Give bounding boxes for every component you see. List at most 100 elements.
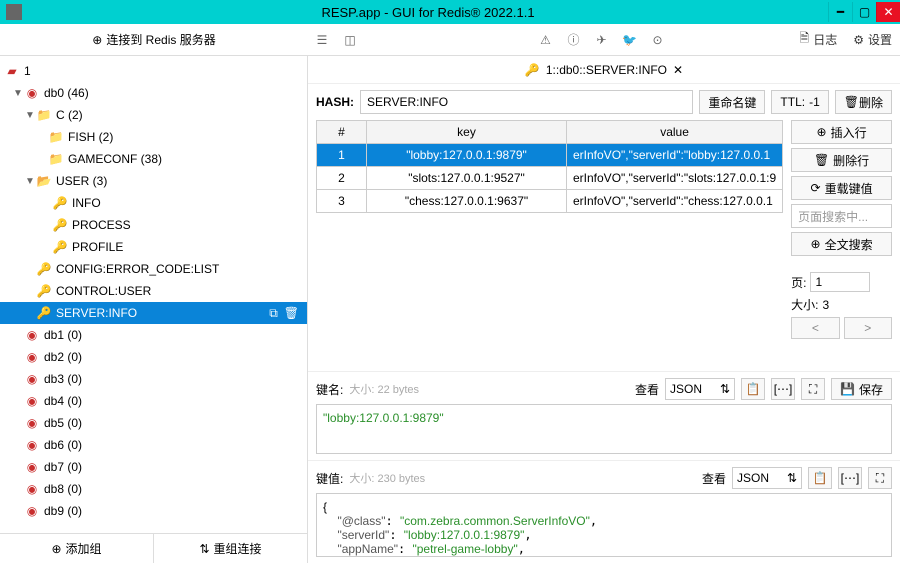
page-label: 页: [791, 274, 806, 291]
database-icon: ◉ [24, 416, 40, 430]
table-row[interactable]: 1 "lobby:127.0.0.1:9879" erInfoVO","serv… [317, 144, 782, 167]
ttl-button[interactable]: TTL:-1 [771, 90, 828, 114]
telegram-icon[interactable]: ✈ [588, 28, 616, 52]
database-icon: ◉ [24, 394, 40, 408]
main-toolbar: ⊕ 连接到 Redis 服务器 ☰ ◫ ⚠ ⓘ ✈ 🐦 ⊙ 🗎 日志 ⚙ 设置 [0, 24, 900, 56]
tree-folder-c[interactable]: ▼📁C (2) [0, 104, 307, 126]
tree-db5[interactable]: ◉db5 (0) [0, 412, 307, 434]
copy-icon[interactable]: 📋 [741, 378, 765, 400]
value-size: 大小: 230 bytes [349, 470, 425, 486]
expand-icon[interactable]: ⛶ [868, 467, 892, 489]
value-label: 键值: [316, 470, 343, 487]
copy-code-icon[interactable]: [⋯] [838, 467, 862, 489]
database-icon: ◉ [24, 438, 40, 452]
tree-db6[interactable]: ◉db6 (0) [0, 434, 307, 456]
insert-row-button[interactable]: ⊕插入行 [791, 120, 892, 144]
table-header: # key value [317, 121, 782, 144]
title-bar: RESP.app - GUI for Redis® 2022.1.1 ━ ▢ ✕ [0, 0, 900, 24]
redis-icon: ▰ [4, 64, 20, 78]
tree-folder-fish[interactable]: 📁FISH (2) [0, 126, 307, 148]
trash-icon: 🗑 [844, 95, 859, 109]
key-icon: 🔑 [36, 306, 52, 320]
key-icon: 🔑 [52, 218, 68, 232]
tree-db8[interactable]: ◉db8 (0) [0, 478, 307, 500]
delete-row-button[interactable]: 🗑删除行 [791, 148, 892, 172]
key-tree[interactable]: ▰1 ▼◉db0 (46) ▼📁C (2) 📁FISH (2) 📁GAMECON… [0, 56, 307, 533]
tree-key-profile[interactable]: 🔑PROFILE [0, 236, 307, 258]
key-icon: 🔑 [36, 262, 52, 276]
next-page-button[interactable]: > [844, 317, 892, 339]
keyname-editor[interactable]: "lobby:127.0.0.1:9879" [316, 404, 892, 454]
tree-db4[interactable]: ◉db4 (0) [0, 390, 307, 412]
database-icon: ◉ [24, 372, 40, 386]
tree-folder-gameconf[interactable]: 📁GAMECONF (38) [0, 148, 307, 170]
tab-server-info[interactable]: 🔑 1::db0::SERVER:INFO ✕ [525, 63, 683, 77]
format-select[interactable]: JSON⇅ [665, 378, 735, 400]
tree-key-server-info[interactable]: 🔑SERVER:INFO⧉🗑 [0, 302, 307, 324]
tree-folder-user[interactable]: ▼📂USER (3) [0, 170, 307, 192]
tree-db7[interactable]: ◉db7 (0) [0, 456, 307, 478]
table-row[interactable]: 2 "slots:127.0.0.1:9527" erInfoVO","serv… [317, 167, 782, 190]
warning-icon[interactable]: ⚠ [532, 28, 560, 52]
tree-db1[interactable]: ◉db1 (0) [0, 324, 307, 346]
info-icon[interactable]: ⓘ [560, 28, 588, 52]
tree-db0[interactable]: ▼◉db0 (46) [0, 82, 307, 104]
window-title: RESP.app - GUI for Redis® 2022.1.1 [28, 5, 828, 20]
github-icon[interactable]: ⊙ [644, 28, 672, 52]
tree-connection[interactable]: ▰1 [0, 60, 307, 82]
list-view-icon[interactable]: ☰ [308, 28, 336, 52]
logs-button[interactable]: 🗎 日志 [792, 29, 846, 50]
key-icon: 🔑 [52, 196, 68, 210]
delete-key-button[interactable]: 🗑删除 [835, 90, 892, 114]
header-key: key [367, 121, 567, 143]
header-value: value [567, 121, 782, 143]
window-minimize-button[interactable]: ━ [828, 2, 852, 22]
key-name-input[interactable]: SERVER:INFO [360, 90, 693, 114]
database-icon: ◉ [24, 460, 40, 474]
stepper-icon: ⇅ [787, 471, 797, 485]
view-label: 查看 [635, 381, 659, 398]
page-search-input[interactable]: 页面搜索中... [791, 204, 892, 228]
copy-code-icon[interactable]: [⋯] [771, 378, 795, 400]
tree-db3[interactable]: ◉db3 (0) [0, 368, 307, 390]
sidebar-footer: ⊕添加组 ⇅重组连接 [0, 533, 307, 563]
tree-db9[interactable]: ◉db9 (0) [0, 500, 307, 522]
content-area: 🔑 1::db0::SERVER:INFO ✕ HASH: SERVER:INF… [308, 56, 900, 563]
app-icon [6, 4, 22, 20]
rename-button[interactable]: 重命名键 [699, 90, 765, 114]
split-view-icon[interactable]: ◫ [336, 28, 364, 52]
tree-key-config-error[interactable]: 🔑CONFIG:ERROR_CODE:LIST [0, 258, 307, 280]
value-editor[interactable]: { "@class": "com.zebra.common.ServerInfo… [316, 493, 892, 557]
tree-key-control-user[interactable]: 🔑CONTROL:USER [0, 280, 307, 302]
table-row[interactable]: 3 "chess:127.0.0.1:9637" erInfoVO","serv… [317, 190, 782, 212]
fulltext-search-button[interactable]: ⊕全文搜索 [791, 232, 892, 256]
plus-icon: ⊕ [92, 33, 102, 47]
copy-icon[interactable]: ⧉ [269, 306, 278, 321]
trash-icon[interactable]: 🗑 [284, 306, 299, 321]
tree-db2[interactable]: ◉db2 (0) [0, 346, 307, 368]
connect-label: 连接到 Redis 服务器 [106, 31, 215, 48]
hash-table: # key value 1 "lobby:127.0.0.1:9879" erI… [316, 120, 783, 213]
prev-page-button[interactable]: < [791, 317, 839, 339]
database-icon: ◉ [24, 504, 40, 518]
tab-close-icon[interactable]: ✕ [673, 63, 683, 77]
tree-key-process[interactable]: 🔑PROCESS [0, 214, 307, 236]
size-label: 大小: [791, 296, 818, 313]
window-maximize-button[interactable]: ▢ [852, 2, 876, 22]
twitter-icon[interactable]: 🐦 [616, 28, 644, 52]
expand-icon[interactable]: ⛶ [801, 378, 825, 400]
reload-value-button[interactable]: ⟳重载键值 [791, 176, 892, 200]
window-close-button[interactable]: ✕ [876, 2, 900, 22]
page-input[interactable] [810, 272, 870, 292]
tree-key-info[interactable]: 🔑INFO [0, 192, 307, 214]
connect-button[interactable]: ⊕ 连接到 Redis 服务器 [92, 31, 215, 48]
database-icon: ◉ [24, 86, 40, 100]
database-icon: ◉ [24, 350, 40, 364]
folder-icon: 📁 [48, 130, 64, 144]
format-select[interactable]: JSON⇅ [732, 467, 802, 489]
add-group-button[interactable]: ⊕添加组 [0, 534, 153, 563]
settings-button[interactable]: ⚙ 设置 [845, 31, 900, 48]
save-button[interactable]: 💾保存 [831, 378, 892, 400]
copy-icon[interactable]: 📋 [808, 467, 832, 489]
reload-button[interactable]: ⇅重组连接 [153, 534, 307, 563]
